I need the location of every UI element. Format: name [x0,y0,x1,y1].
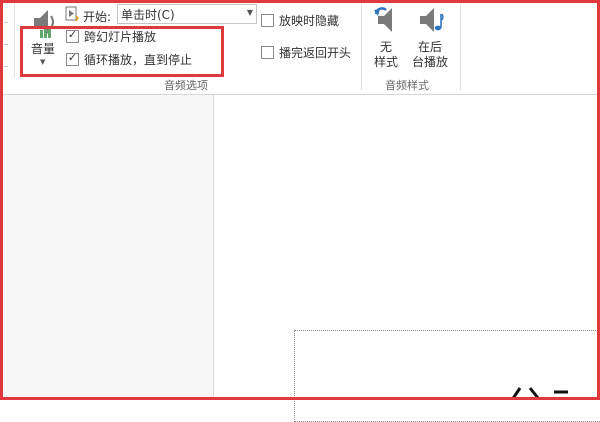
highlight-box-outer [0,0,600,400]
